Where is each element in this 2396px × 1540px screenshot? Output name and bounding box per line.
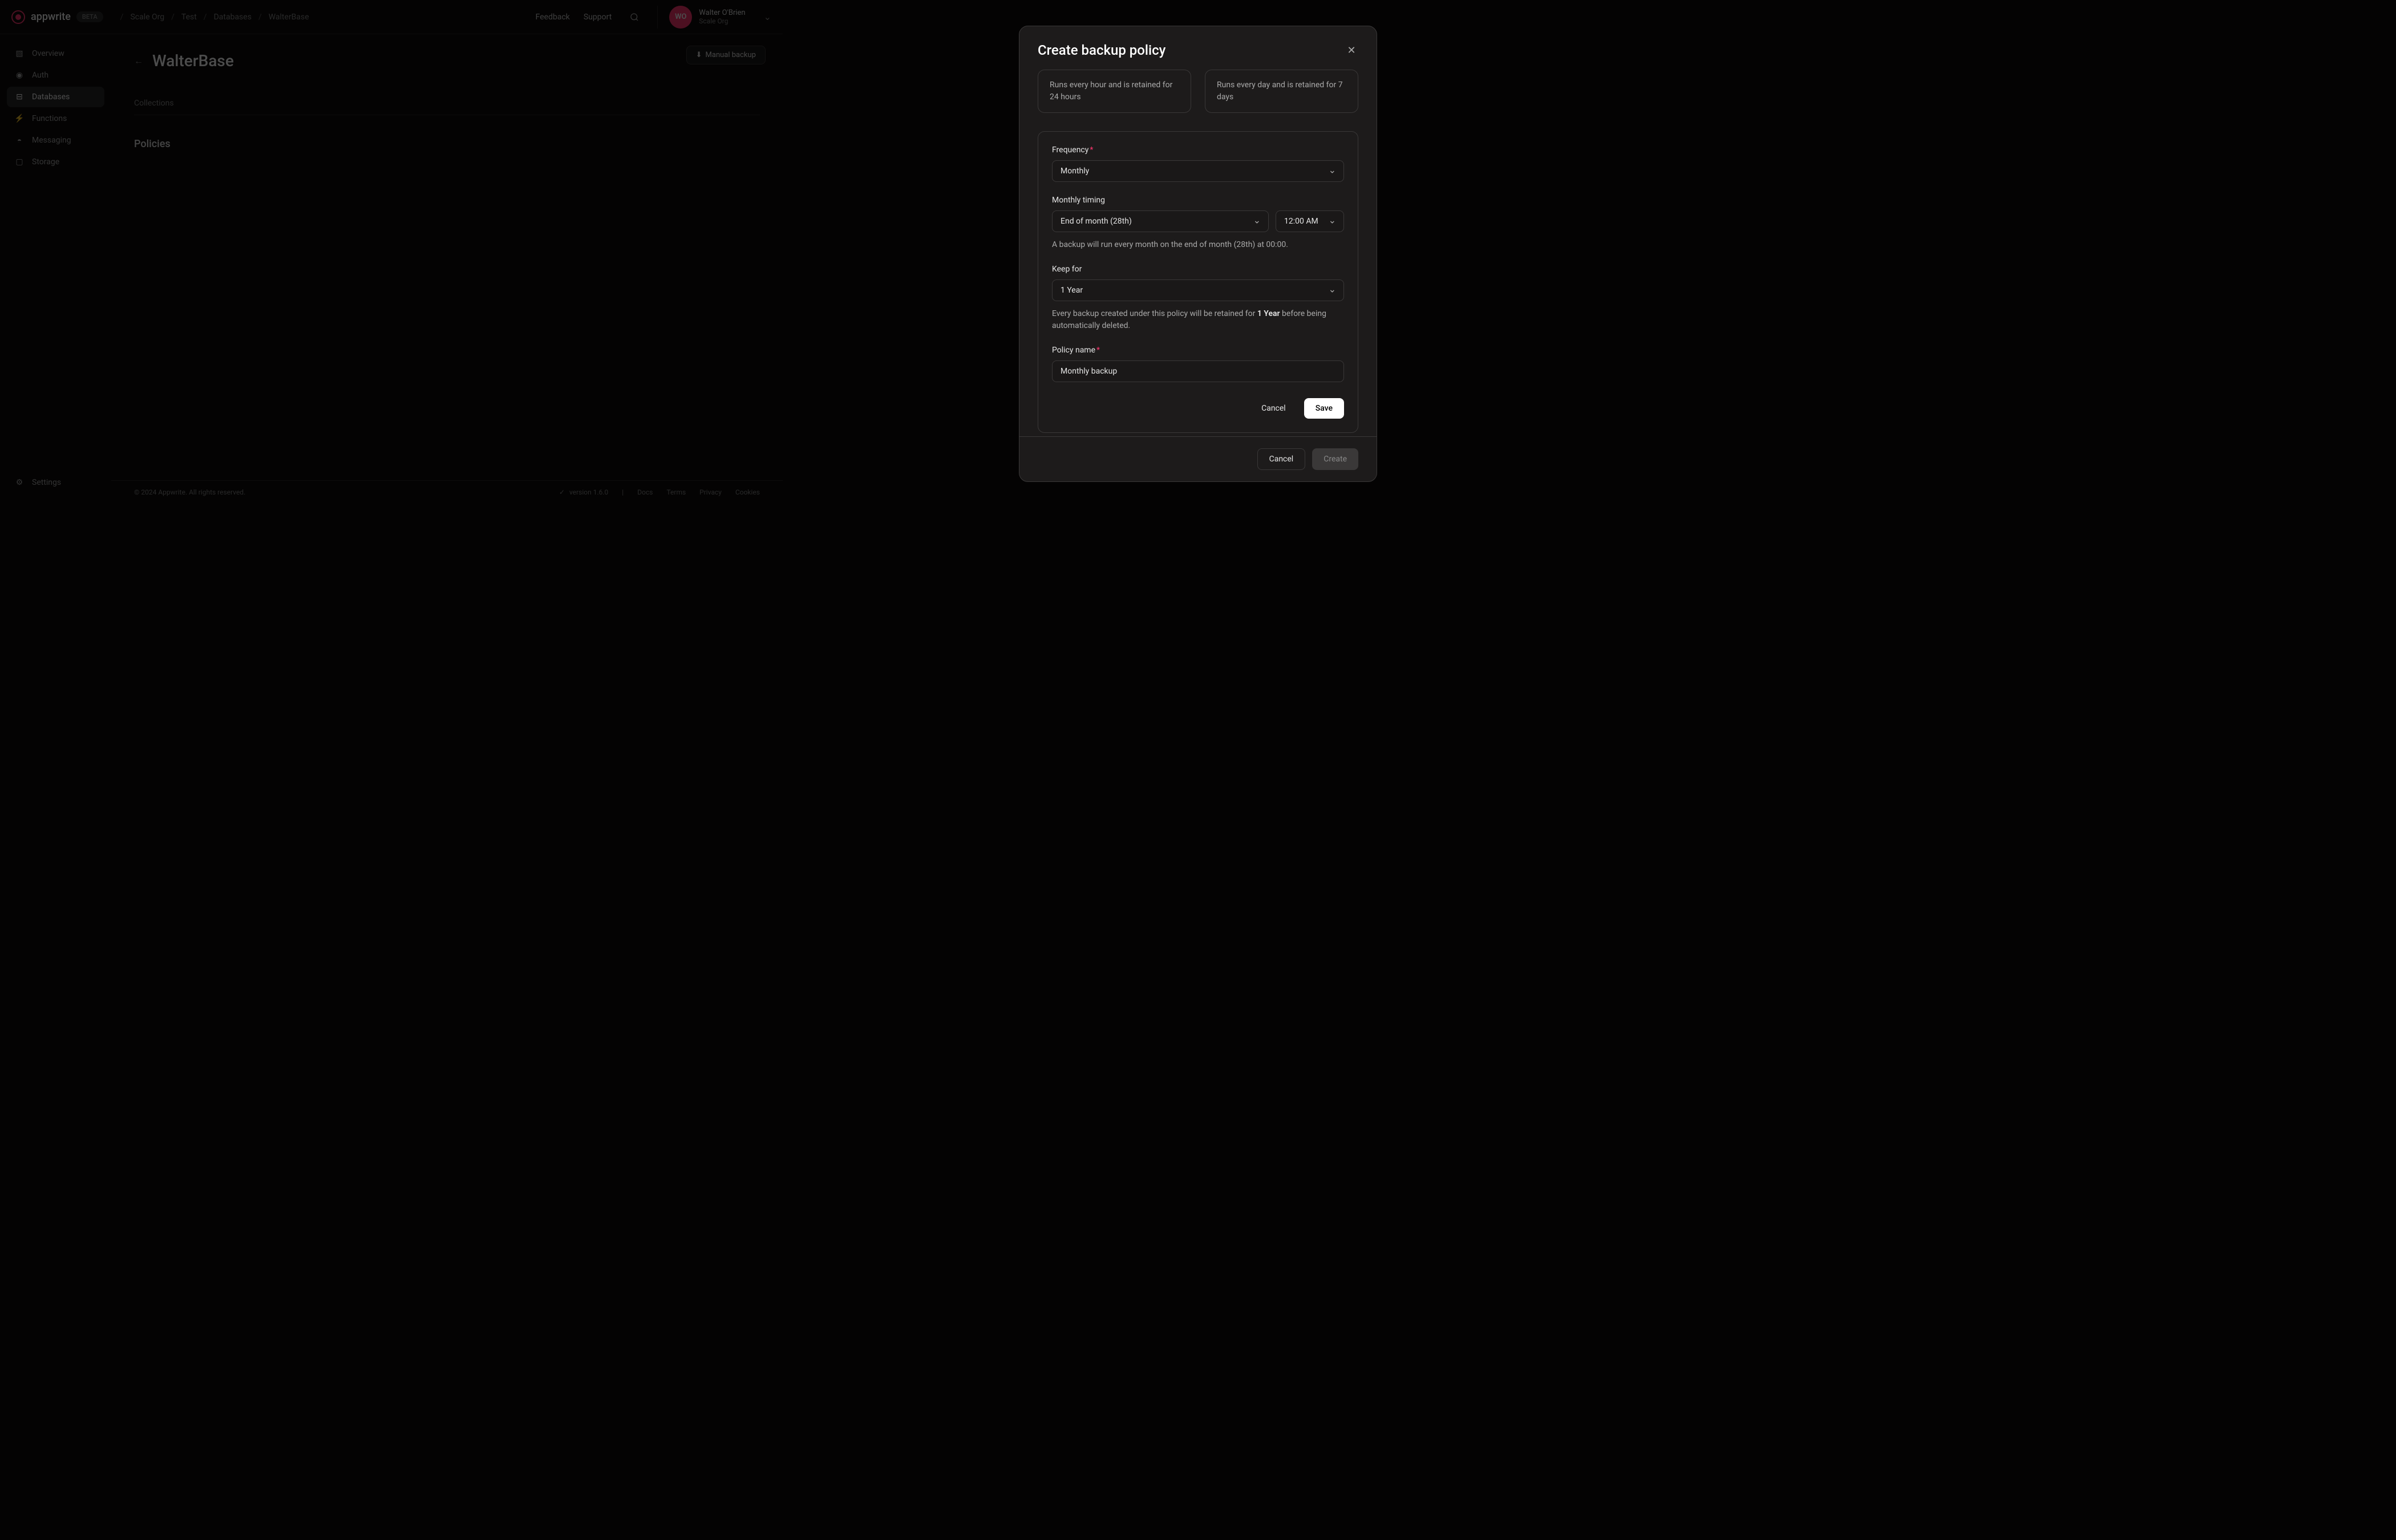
modal-overlay[interactable]: Create backup policy ✕ Runs every hour a… <box>0 0 2396 1540</box>
close-icon: ✕ <box>1347 44 1355 56</box>
retention-helper-text: Every backup created under this policy w… <box>1052 308 1344 332</box>
footer-cancel-button[interactable]: Cancel <box>1257 448 1306 470</box>
time-input[interactable] <box>1276 210 1344 232</box>
keep-for-label: Keep for <box>1052 265 1344 274</box>
modal-title: Create backup policy <box>1038 42 1165 58</box>
custom-policy-form: Frequency Monthly Monthly timing End of … <box>1038 131 1358 433</box>
frequency-helper-text: A backup will run every month on the end… <box>1052 239 1344 251</box>
create-button[interactable]: Create <box>1312 448 1358 470</box>
preset-desc: Runs every day and is retained for 7 day… <box>1217 79 1346 103</box>
save-button[interactable]: Save <box>1304 398 1344 419</box>
policy-name-label: Policy name <box>1052 346 1344 355</box>
policy-name-input[interactable] <box>1052 360 1344 382</box>
close-button[interactable]: ✕ <box>1345 43 1358 57</box>
monthly-timing-select[interactable]: End of month (28th) <box>1052 210 1269 232</box>
frequency-label: Frequency <box>1052 145 1344 155</box>
keep-for-select[interactable]: 1 Year <box>1052 279 1344 301</box>
preset-desc: Runs every hour and is retained for 24 h… <box>1050 79 1179 103</box>
frequency-select[interactable]: Monthly <box>1052 160 1344 182</box>
preset-daily-card[interactable]: Runs every day and is retained for 7 day… <box>1205 70 1358 113</box>
create-backup-policy-modal: Create backup policy ✕ Runs every hour a… <box>1019 26 1377 482</box>
inner-cancel-button[interactable]: Cancel <box>1250 398 1297 419</box>
preset-hourly-card[interactable]: Runs every hour and is retained for 24 h… <box>1038 70 1191 113</box>
monthly-timing-label: Monthly timing <box>1052 196 1344 205</box>
